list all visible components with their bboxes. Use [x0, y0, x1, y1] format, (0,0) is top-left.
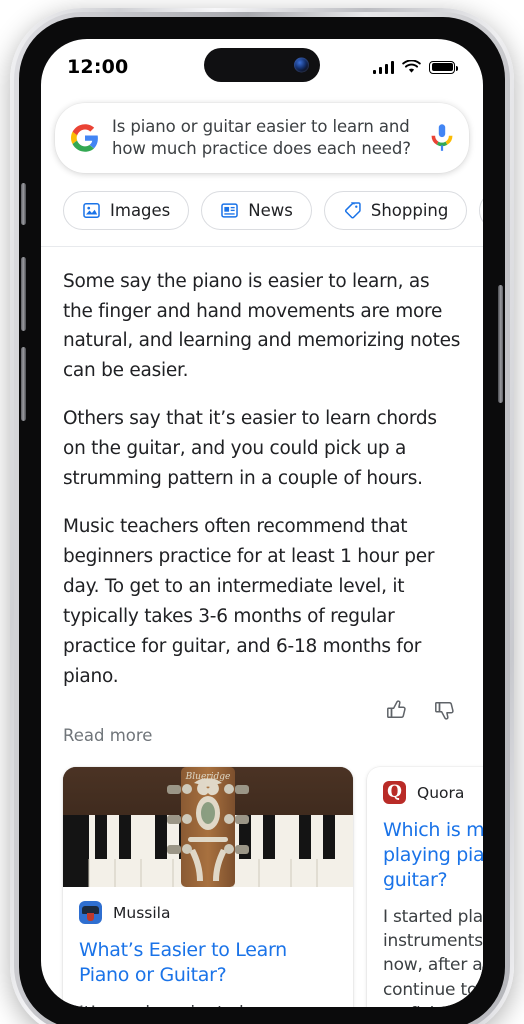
answer-panel: Some say the piano is easier to learn, a…: [41, 247, 483, 693]
microphone-icon[interactable]: [431, 123, 453, 153]
news-icon: [221, 202, 239, 218]
status-bar: 12:00: [41, 39, 483, 95]
answer-paragraph-3: Music teachers often recommend that begi…: [63, 516, 435, 688]
dynamic-island: [204, 48, 320, 82]
chip-videos[interactable]: Videos: [479, 190, 483, 230]
chip-images[interactable]: Images: [63, 190, 190, 230]
source-card-quora[interactable]: Q Quora Which is more difficult, playing…: [367, 767, 483, 1007]
feedback-buttons[interactable]: [41, 692, 483, 722]
mussila-favicon: [79, 901, 102, 925]
volume-down-button[interactable]: [21, 347, 26, 421]
guitar-piano-photo: Blueridge: [63, 767, 353, 888]
filter-chips-row[interactable]: Images News Shopping: [41, 173, 483, 246]
source-card-mussila[interactable]: Blueridge Mussila What’s Easier to Learn…: [63, 767, 353, 1007]
card-source-row: Q Quora: [383, 781, 483, 805]
screenshot-stage: 12:00 Is piano or guitar easier to learn…: [0, 0, 524, 1024]
card-source-name: Mussila: [113, 903, 171, 922]
mute-switch-button[interactable]: [21, 183, 26, 225]
thumbs-up-icon[interactable]: [385, 698, 409, 722]
read-more-link[interactable]: Read more: [41, 722, 483, 745]
card-source-name: Quora: [417, 783, 465, 802]
shopping-tag-icon: [344, 201, 361, 219]
status-bar-clock: 12:00: [67, 56, 129, 78]
svg-text:Blueridge: Blueridge: [185, 772, 231, 782]
google-g-icon: [71, 124, 98, 152]
images-icon: [83, 202, 100, 218]
answer-paragraph-1: Some say the piano is easier to learn, a…: [63, 270, 461, 382]
card-body: Q Quora Which is more difficult, playing…: [367, 767, 483, 1007]
card-source-row: Mussila: [79, 901, 337, 925]
thumbs-down-icon[interactable]: [433, 698, 457, 722]
search-query-text: Is piano or guitar easier to learn and h…: [112, 117, 411, 158]
phone-frame: 12:00 Is piano or guitar easier to learn…: [10, 8, 514, 1024]
search-bar-container: Is piano or guitar easier to learn and h…: [41, 95, 483, 173]
card-title[interactable]: What’s Easier to Learn Piano or Guitar?: [79, 938, 337, 987]
chip-label: Images: [110, 200, 171, 220]
phone-body: 12:00 Is piano or guitar easier to learn…: [19, 17, 505, 1024]
chip-label: Shopping: [370, 200, 449, 220]
card-snippet: I started playing both instruments that …: [383, 907, 483, 1007]
quora-favicon: Q: [383, 781, 406, 805]
source-cards-carousel[interactable]: Blueridge Mussila What’s Easier to Learn…: [41, 745, 483, 1007]
answer-paragraph-2: Others say that it’s easier to learn cho…: [63, 408, 437, 490]
power-button[interactable]: [498, 285, 503, 403]
chip-shopping[interactable]: Shopping: [323, 190, 468, 230]
wifi-icon: [402, 60, 421, 73]
phone-screen: 12:00 Is piano or guitar easier to learn…: [41, 39, 483, 1007]
card-title[interactable]: Which is more difficult, playing piano o…: [383, 818, 483, 892]
card-thumbnail-image: Blueridge: [63, 767, 353, 888]
card-body: Mussila What’s Easier to Learn Piano or …: [63, 887, 353, 1007]
front-camera-icon: [294, 57, 309, 73]
cellular-signal-icon: [372, 60, 394, 74]
chip-label: News: [248, 200, 293, 220]
status-bar-indicators: [372, 60, 476, 74]
chip-news[interactable]: News: [201, 190, 312, 230]
search-bar[interactable]: Is piano or guitar easier to learn and h…: [55, 103, 469, 173]
card-snippet: It’s much easier to learn a song for the…: [79, 1001, 337, 1008]
volume-up-button[interactable]: [21, 257, 26, 331]
battery-full-icon: [429, 60, 458, 74]
